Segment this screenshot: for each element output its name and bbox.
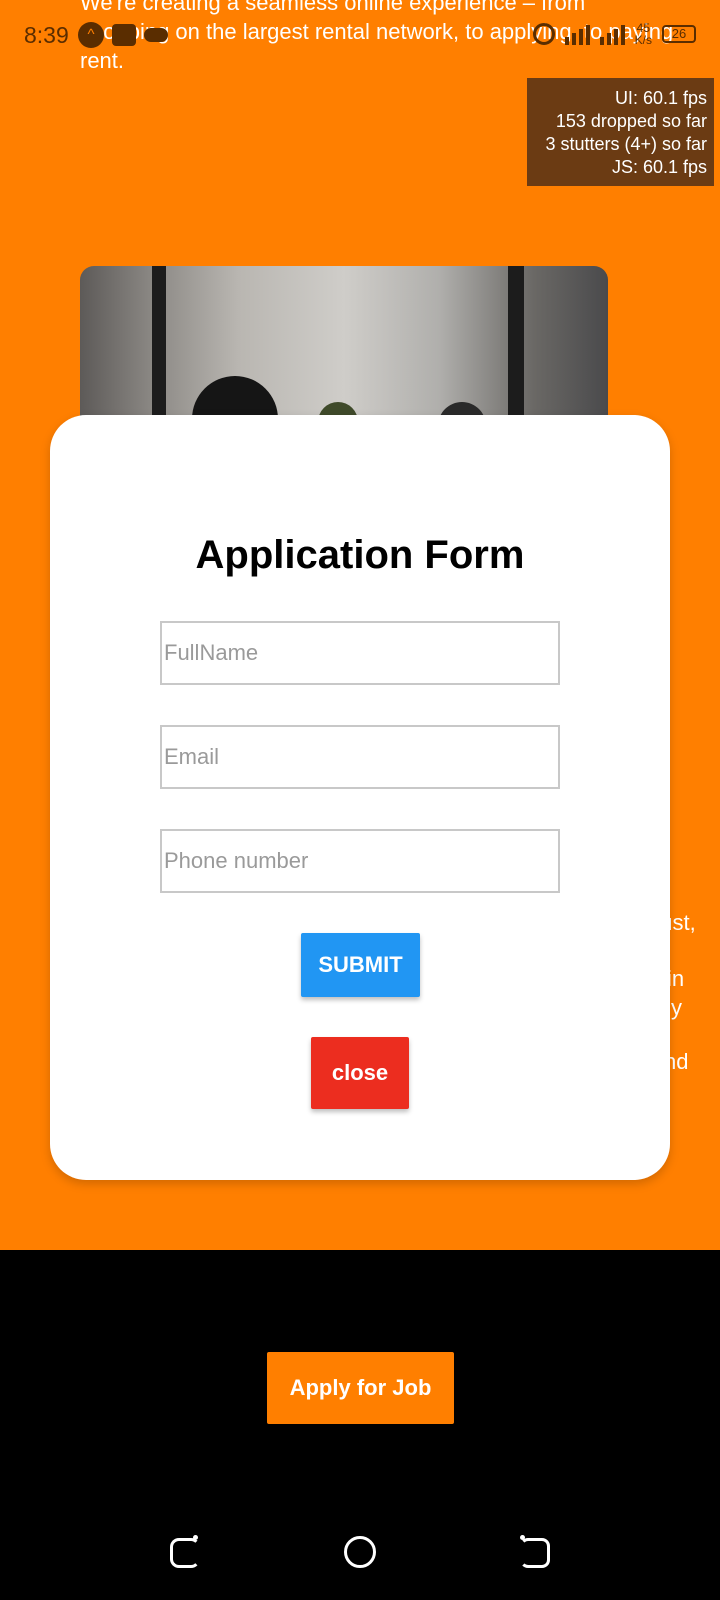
battery-icon: 26 xyxy=(662,25,696,43)
back-icon[interactable] xyxy=(520,1538,550,1568)
signal-icon xyxy=(599,23,625,45)
close-button[interactable]: close xyxy=(311,1037,409,1109)
navigation-bar xyxy=(0,1500,720,1600)
fps-overlay: UI: 60.1 fps 153 dropped so far 3 stutte… xyxy=(527,78,714,186)
side-text-fragment: y xyxy=(671,995,682,1020)
status-indicators: 45 K/s 26 xyxy=(532,22,696,46)
email-input[interactable] xyxy=(160,725,560,789)
app-notification-icon: ^ xyxy=(78,22,104,48)
alarm-icon xyxy=(532,23,555,45)
application-form-modal: Application Form SUBMIT close xyxy=(50,415,670,1180)
recent-apps-icon[interactable] xyxy=(170,1538,200,1568)
cloud-icon xyxy=(144,28,168,42)
back-icon-dot xyxy=(520,1535,525,1540)
hero-window-frame xyxy=(152,266,166,436)
ui-fps-text: UI: 60.1 fps xyxy=(614,88,707,108)
fullname-input[interactable] xyxy=(160,621,560,685)
media-notification-icon xyxy=(112,24,136,46)
recent-apps-icon-dot xyxy=(193,1535,198,1540)
status-time: 8:39 xyxy=(24,22,69,48)
hero-window-frame xyxy=(508,266,524,436)
phone-number-input[interactable] xyxy=(160,829,560,893)
home-icon[interactable] xyxy=(344,1536,376,1568)
network-speed-unit: K/s xyxy=(634,33,652,47)
status-bar: 8:39 ^ 45 K/s 26 xyxy=(0,0,720,72)
hero-image xyxy=(80,266,608,436)
js-fps-text: JS: 60.1 fps xyxy=(611,157,707,177)
apply-for-job-button[interactable]: Apply for Job xyxy=(267,1352,454,1424)
signal-icon xyxy=(564,23,590,45)
dropped-frames-text: 153 dropped so far xyxy=(555,111,707,131)
stutters-text: 3 stutters (4+) so far xyxy=(545,134,707,154)
network-speed: 45 K/s xyxy=(635,22,652,46)
submit-button[interactable]: SUBMIT xyxy=(301,933,420,997)
modal-title: Application Form xyxy=(195,533,525,577)
notification-icons: ^ xyxy=(78,22,168,48)
